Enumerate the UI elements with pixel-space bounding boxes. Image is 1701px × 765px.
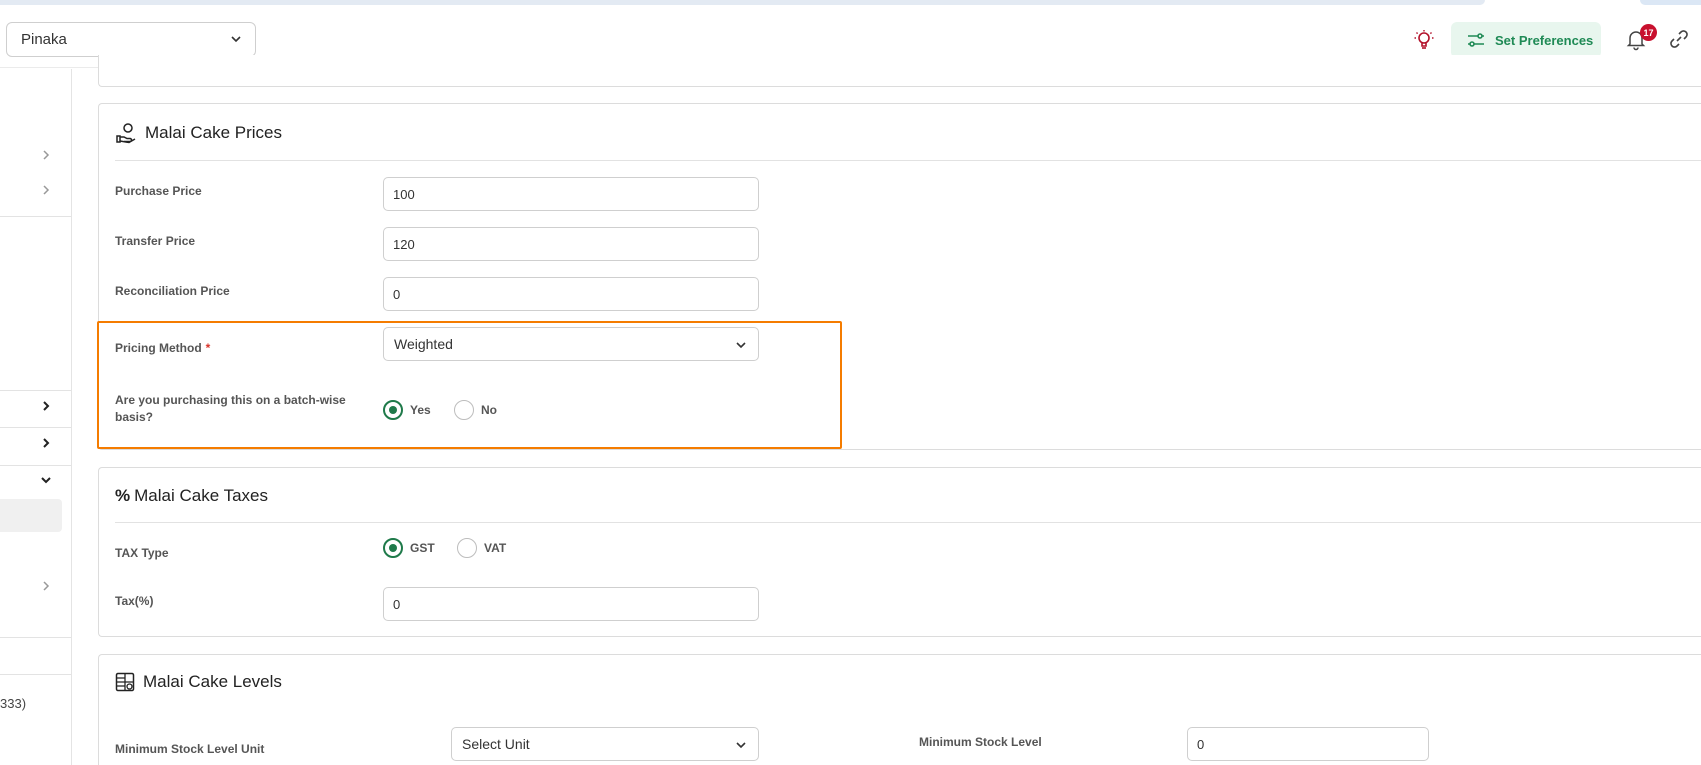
chevron-right-icon[interactable] (40, 149, 52, 161)
chevron-down-icon[interactable] (40, 474, 52, 486)
taxes-card-title: % Malai Cake Taxes (115, 486, 268, 506)
tax-vat-label: VAT (484, 541, 507, 555)
levels-card-title: Malai Cake Levels (115, 672, 282, 692)
browser-top-strip (0, 0, 1701, 12)
purchase-price-input[interactable]: 100 (383, 177, 759, 211)
sidebar-active-item[interactable] (0, 499, 62, 532)
tax-type-label: TAX Type (115, 546, 169, 560)
lightbulb-icon[interactable] (1412, 28, 1436, 52)
percent-icon: % (115, 486, 131, 505)
chevron-right-icon[interactable] (40, 437, 52, 449)
radio-selected-icon (383, 400, 403, 420)
pricing-method-label-text: Pricing Method (115, 341, 202, 355)
branch-select-value: Pinaka (21, 31, 67, 48)
radio-selected-icon (383, 538, 403, 558)
branch-select[interactable]: Pinaka (6, 22, 256, 57)
radio-unselected-icon (457, 538, 477, 558)
batch-no-radio[interactable]: No (454, 400, 497, 420)
top-strip-bar (0, 0, 1485, 5)
transfer-price-label: Transfer Price (115, 234, 196, 248)
top-strip-bar-right (1640, 0, 1701, 5)
chevron-right-icon[interactable] (40, 400, 52, 412)
prices-card: Malai Cake Prices Purchase Price 100 Tra… (98, 103, 1701, 450)
pricing-method-value: Weighted (394, 336, 453, 352)
prices-card-title: Malai Cake Prices (115, 122, 282, 144)
sliders-icon (1468, 33, 1484, 47)
chevron-down-icon (736, 342, 746, 349)
batch-yes-label: Yes (410, 403, 431, 417)
tax-gst-radio[interactable]: GST (383, 538, 435, 558)
pricing-method-select[interactable]: Weighted (383, 327, 759, 361)
tax-percent-label: Tax(%) (115, 594, 154, 608)
levels-card: Malai Cake Levels Minimum Stock Level Un… (98, 654, 1701, 765)
batch-no-label: No (481, 403, 497, 417)
reconciliation-price-input[interactable]: 0 (383, 277, 759, 311)
taxes-divider (115, 522, 1701, 523)
grid-settings-icon (115, 672, 135, 692)
batch-wise-label-line1: Are you purchasing this on a batch-wise (115, 393, 346, 407)
previous-section-card (98, 55, 1701, 87)
taxes-card: % Malai Cake Taxes TAX Type GST VAT Tax(… (98, 467, 1701, 637)
prices-divider (115, 160, 1701, 161)
chevron-down-icon (736, 742, 746, 749)
purchase-price-label: Purchase Price (115, 184, 202, 198)
chevron-right-icon[interactable] (40, 580, 52, 592)
batch-yes-radio[interactable]: Yes (383, 400, 431, 420)
sidebar-divider (0, 674, 71, 675)
tax-vat-radio[interactable]: VAT (457, 538, 506, 558)
batch-wise-label-line2: basis? (115, 410, 154, 424)
notification-badge: 17 (1640, 24, 1657, 41)
sidebar: 333) (0, 69, 72, 765)
tax-percent-input[interactable]: 0 (383, 587, 759, 621)
link-icon[interactable] (1668, 28, 1690, 50)
sidebar-divider (0, 427, 71, 428)
taxes-title-text: Malai Cake Taxes (134, 486, 268, 505)
set-preferences-button[interactable]: Set Preferences (1451, 22, 1601, 58)
hand-coin-icon (115, 122, 137, 144)
reconciliation-price-label: Reconciliation Price (115, 284, 230, 298)
sidebar-divider (0, 465, 71, 466)
sidebar-partial-text: 333) (0, 696, 27, 711)
radio-unselected-icon (454, 400, 474, 420)
sidebar-divider (0, 216, 71, 217)
pricing-method-label: Pricing Method * (115, 340, 210, 357)
min-stock-unit-select[interactable]: Select Unit (451, 727, 759, 761)
batch-wise-label: Are you purchasing this on a batch-wise … (115, 392, 346, 426)
transfer-price-input[interactable]: 120 (383, 227, 759, 261)
required-asterisk: * (205, 341, 211, 355)
min-stock-level-label: Minimum Stock Level (919, 735, 1042, 749)
min-stock-unit-label: Minimum Stock Level Unit (115, 742, 265, 756)
levels-title-text: Malai Cake Levels (143, 672, 282, 691)
prices-title-text: Malai Cake Prices (145, 123, 282, 142)
sidebar-divider (0, 390, 71, 391)
tax-gst-label: GST (410, 541, 435, 555)
chevron-down-icon (231, 36, 241, 43)
sidebar-divider (0, 637, 71, 638)
set-preferences-label: Set Preferences (1495, 32, 1594, 48)
chevron-right-icon[interactable] (40, 184, 52, 196)
min-stock-level-input[interactable]: 0 (1187, 727, 1429, 761)
min-stock-unit-value: Select Unit (462, 736, 530, 752)
